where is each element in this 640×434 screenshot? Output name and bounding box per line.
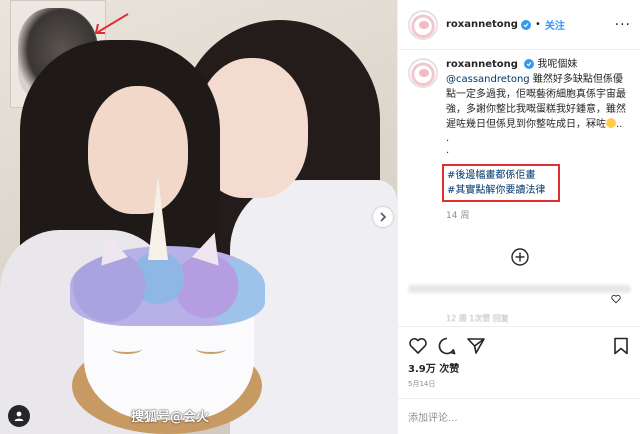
hashtag-highlight-box: #後邊幅畫都係佢畫 #其實點解你要讀法律 xyxy=(442,164,560,202)
chevron-right-icon xyxy=(380,212,387,222)
plus-circle-icon[interactable] xyxy=(511,248,529,266)
post-caption: roxannetong 我呢個妹 @cassandretong 雖然好多缺點但係… xyxy=(398,58,640,221)
next-photo-button[interactable] xyxy=(373,207,393,227)
comment-like-heart-icon[interactable] xyxy=(611,294,621,304)
user-tag-button[interactable] xyxy=(8,405,30,427)
caption-avatar[interactable] xyxy=(408,58,438,88)
caption-first-line: 我呢個妹 xyxy=(537,59,578,70)
follow-button[interactable]: 关注 xyxy=(545,17,565,32)
cake-horn xyxy=(148,176,168,260)
avatar[interactable] xyxy=(408,9,438,40)
caption-age: 14 周 xyxy=(446,211,470,221)
caption-mention[interactable]: @cassandretong xyxy=(446,74,530,85)
cake-eye-right xyxy=(196,344,226,354)
post-photo[interactable] xyxy=(0,0,397,434)
blurred-comment-meta: 12 周 1次赞 回复 xyxy=(446,314,509,323)
post-actions xyxy=(398,326,640,364)
cake-eye-left xyxy=(112,344,142,354)
annotation-arrow-icon xyxy=(94,13,129,34)
post-date: 5月14日 xyxy=(408,380,436,388)
verified-badge-icon xyxy=(520,19,531,30)
bookmark-icon[interactable] xyxy=(611,336,631,356)
like-count[interactable]: 3.9万 次赞 xyxy=(408,360,459,375)
person-left-face xyxy=(88,86,188,214)
caption-trailing-dots: .. xyxy=(616,119,623,130)
user-tag-icon xyxy=(14,411,24,421)
caption-dot-1: . xyxy=(446,133,450,144)
comment-bar: 添加评论... xyxy=(398,398,640,434)
header-username[interactable]: roxannetong xyxy=(446,19,518,30)
blurred-comment: 12 周 1次赞 回复 xyxy=(398,285,640,323)
watermark: 搜狐号@会火 xyxy=(131,410,210,425)
caption-header: roxannetong 我呢個妹 xyxy=(446,58,631,72)
share-icon[interactable] xyxy=(466,336,486,356)
separator-dot: • xyxy=(534,19,541,30)
hashtag-link[interactable]: #後邊幅畫都係佢畫 xyxy=(447,168,555,183)
caption-text: @cassandretong 雖然好多缺點但係優點一定多過我，佢嘅藝術細胞真係宇… xyxy=(446,72,631,132)
caption-body: roxannetong 我呢個妹 @cassandretong 雖然好多缺點但係… xyxy=(442,58,631,221)
verified-badge-icon xyxy=(524,59,535,69)
comment-icon[interactable] xyxy=(437,336,457,356)
post-header: roxannetong • 关注 ··· xyxy=(398,0,640,50)
heart-icon[interactable] xyxy=(408,336,428,356)
more-options-button[interactable]: ··· xyxy=(615,17,631,33)
hashtag-link[interactable]: #其實點解你要讀法律 xyxy=(447,183,555,198)
comment-input[interactable]: 添加评论... xyxy=(408,409,458,424)
grinning-face-emoji-icon xyxy=(606,118,616,128)
caption-username[interactable]: roxannetong xyxy=(446,59,518,70)
post-side-panel: roxannetong • 关注 ··· roxannetong 我呢個妹 @c… xyxy=(397,0,640,434)
blurred-comment-text xyxy=(408,285,631,293)
caption-dot-2: . xyxy=(446,145,450,156)
